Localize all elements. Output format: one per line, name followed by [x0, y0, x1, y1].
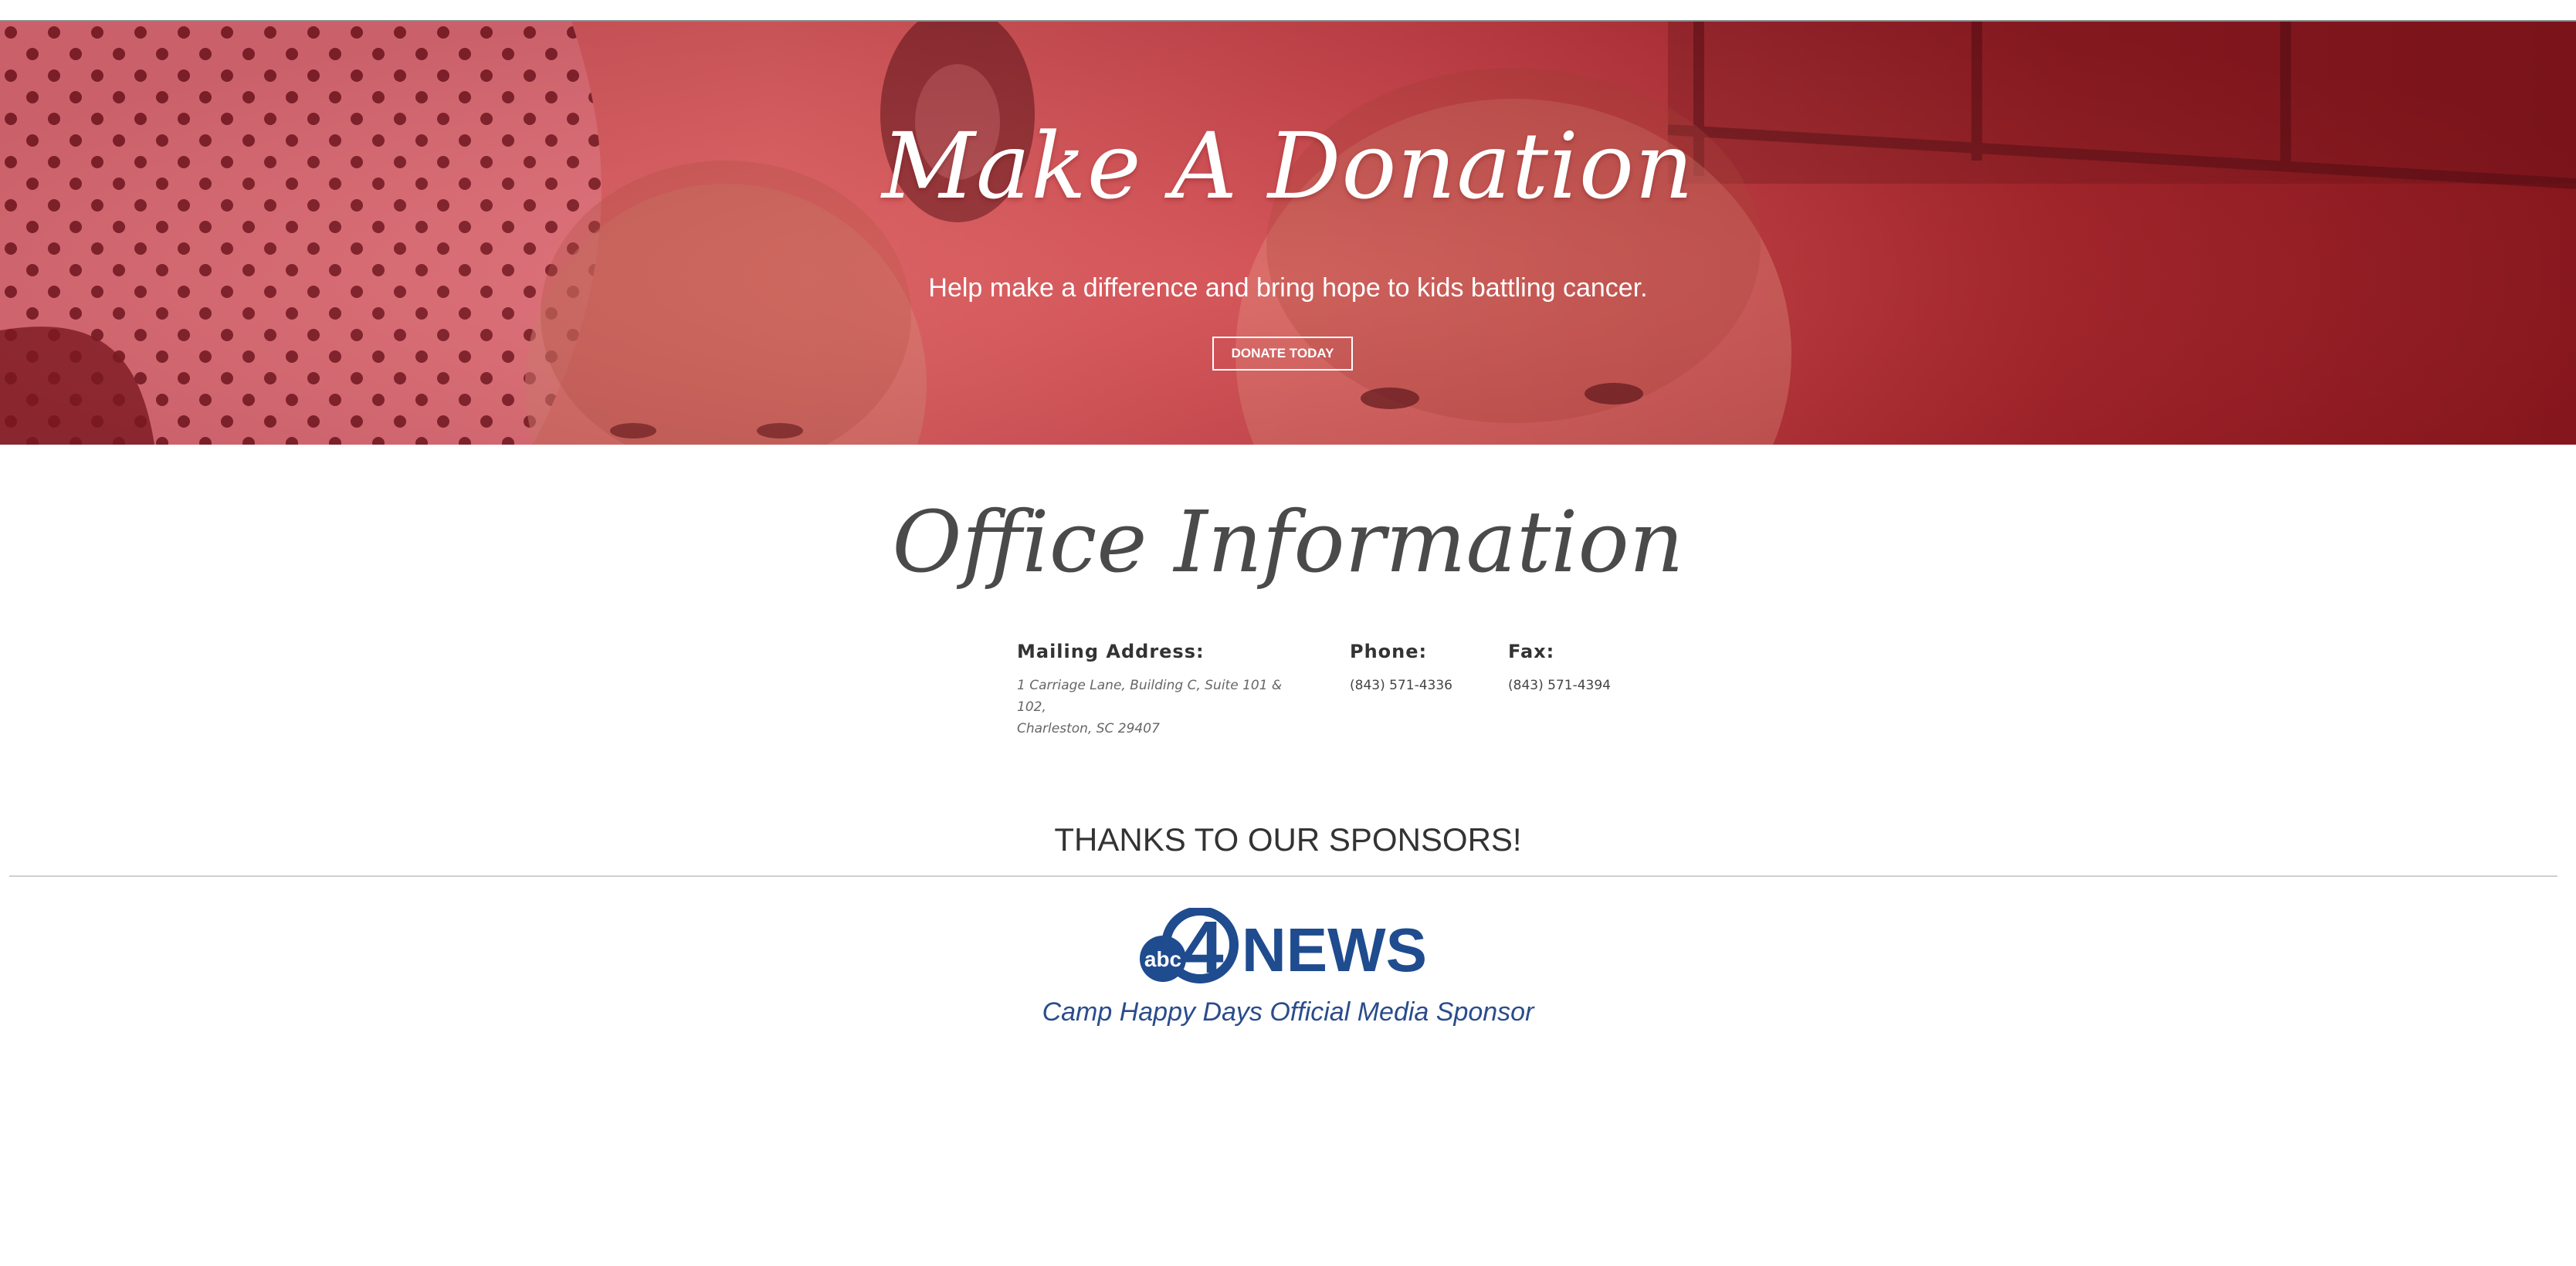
sponsors-divider	[9, 875, 2557, 877]
fax-label: Fax:	[1508, 641, 1555, 662]
sponsors-heading: THANKS TO OUR SPONSORS!	[1054, 821, 1522, 858]
phone-block: Phone: (843) 571-4336	[1350, 641, 1489, 696]
phone-label: Phone:	[1350, 641, 1428, 662]
hero-title: Make A Donation	[882, 113, 1694, 219]
phone-number[interactable]: (843) 571-4336	[1350, 675, 1489, 696]
mailing-address-line-1: 1 Carriage Lane, Building C, Suite 101 &…	[1017, 678, 1283, 715]
fax-number: (843) 571-4394	[1508, 678, 1611, 693]
donate-today-button[interactable]: DONATE TODAY	[1212, 337, 1353, 371]
channel-number: 4	[1182, 908, 1223, 988]
top-strip	[0, 0, 2576, 22]
mailing-address-block: Mailing Address: 1 Carriage Lane, Buildi…	[1017, 641, 1310, 740]
abc-text: abc	[1144, 947, 1181, 971]
office-information-title: Office Information	[892, 493, 1684, 591]
mailing-address-line-2: Charleston, SC 29407	[1017, 721, 1160, 736]
fax-block: Fax: (843) 571-4394	[1508, 641, 1663, 696]
donation-hero: Make A Donation Help make a difference a…	[0, 22, 2576, 445]
news-text: NEWS	[1242, 916, 1427, 984]
sponsor-caption: Camp Happy Days Official Media Sponsor	[1042, 997, 1534, 1027]
hero-color-overlay	[0, 22, 2576, 445]
abc4-news-logo[interactable]: abc 4 NEWS	[1138, 908, 1432, 988]
hero-subtitle: Help make a difference and bring hope to…	[928, 273, 1648, 303]
mailing-address-label: Mailing Address:	[1017, 641, 1205, 662]
mailing-address-value: 1 Carriage Lane, Building C, Suite 101 &…	[1017, 675, 1310, 740]
